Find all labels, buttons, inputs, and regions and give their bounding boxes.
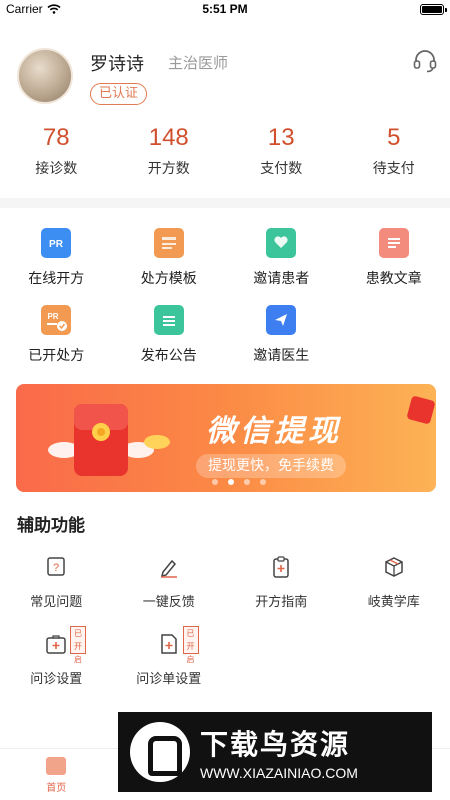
pagination-dot[interactable] — [244, 479, 250, 485]
status-bar: Carrier 5:51 PM — [0, 0, 450, 20]
banner-subtitle: 提现更快，免手续费 — [196, 454, 346, 478]
enabled-tag: 已开启 — [70, 626, 86, 664]
pencil-icon — [160, 559, 177, 578]
grid-item-label: 已开处方 — [28, 348, 85, 364]
aux-item-faq[interactable]: ? 常见问题 — [0, 555, 113, 610]
tab-home[interactable]: 首页 — [0, 749, 113, 800]
doctor-profile: 罗诗诗 主治医师 已认证 — [0, 40, 450, 110]
grid-item-online-prescription[interactable]: PR 在线开方 — [0, 228, 113, 288]
stat-value: 148 — [148, 124, 189, 151]
watermark-text: 下载鸟资源 WWW.XIAZAINIAO.COM — [200, 723, 358, 781]
status-time: 5:51 PM — [202, 2, 248, 16]
pagination-dot[interactable] — [260, 479, 266, 485]
watermark-logo-icon — [130, 722, 190, 782]
grid-item-label: 在线开方 — [28, 271, 85, 287]
stat-label: 接诊数 — [35, 161, 78, 177]
grid-item-label: 处方模板 — [140, 271, 197, 287]
pagination-dot-active[interactable] — [228, 479, 234, 485]
stats-row: 78 接诊数 148 开方数 13 支付数 5 待支付 — [0, 122, 450, 192]
main-grid-row-2: PR 已开处方 发布公告 邀请医生 — [0, 305, 450, 365]
svg-text:PR: PR — [49, 239, 64, 250]
consult-settings-icon — [46, 635, 66, 654]
watermark-title: 下载鸟资源 — [200, 728, 351, 761]
red-envelope-icon — [48, 404, 154, 476]
prescription-pr-icon: PR — [41, 228, 72, 258]
battery-icon — [420, 4, 447, 15]
stat-label: 支付数 — [260, 161, 303, 177]
banner-title: 微信提现 — [206, 414, 342, 449]
doctor-title: 主治医师 — [168, 54, 229, 72]
enabled-tag: 已开启 — [182, 626, 199, 664]
aux-item-label: 岐黄学库 — [367, 595, 420, 610]
aux-item-label: 问诊设置 — [30, 672, 83, 687]
home-icon — [46, 757, 67, 775]
stat-consultations[interactable]: 78 接诊数 — [0, 122, 113, 192]
aux-item-label: 一键反馈 — [142, 595, 195, 610]
aux-item-label: 常见问题 — [30, 595, 83, 610]
wechat-withdraw-banner[interactable]: 微信提现 提现更快，免手续费 — [16, 384, 436, 492]
aux-row-2: 已开启 问诊设置 已开启 问诊单设置 — [0, 626, 450, 687]
doctor-name: 罗诗诗 — [90, 54, 144, 75]
aux-item-form-settings[interactable]: 已开启 问诊单设置 — [113, 626, 226, 687]
issued-prescription-icon: PR — [41, 305, 72, 335]
avatar[interactable] — [17, 48, 73, 104]
aux-item-label: 问诊单设置 — [136, 672, 202, 687]
grid-item-issued-prescription[interactable]: PR 已开处方 — [0, 305, 113, 365]
pagination-dot[interactable] — [212, 479, 218, 485]
invite-patient-icon — [266, 228, 297, 258]
invite-doctor-icon — [266, 305, 297, 335]
headset-icon[interactable] — [412, 48, 438, 74]
aux-item-label: 开方指南 — [255, 595, 308, 610]
grid-item-template[interactable]: 处方模板 — [113, 228, 226, 288]
verified-badge: 已认证 — [90, 83, 148, 105]
grid-item-invite-doctor[interactable]: 邀请医生 — [225, 305, 338, 365]
stat-value: 13 — [267, 124, 295, 151]
grid-item-label: 发布公告 — [140, 348, 197, 364]
grid-item-label: 患教文章 — [365, 271, 422, 287]
svg-text:PR: PR — [48, 312, 59, 321]
banner-pagination[interactable] — [212, 479, 266, 485]
faq-icon: ? — [47, 557, 65, 576]
stat-label: 待支付 — [372, 161, 415, 177]
grid-item-invite-patient[interactable]: 邀请患者 — [225, 228, 338, 288]
watermark: 下载鸟资源 WWW.XIAZAINIAO.COM — [118, 712, 432, 792]
template-icon — [153, 228, 184, 258]
main-grid-row-1: PR 在线开方 处方模板 邀请患者 患教文章 — [0, 228, 450, 288]
aux-item-library[interactable]: 岐黄学库 — [338, 555, 450, 610]
watermark-url: WWW.XIAZAINIAO.COM — [200, 765, 358, 781]
aux-row-1: ? 常见问题 一键反馈 开方指南 岐黄学库 — [0, 555, 450, 610]
notice-icon — [153, 305, 184, 335]
stat-paid[interactable]: 13 支付数 — [225, 122, 338, 192]
grid-item-label: 邀请患者 — [253, 271, 310, 287]
aux-item-guide[interactable]: 开方指南 — [225, 555, 338, 610]
tab-label: 首页 — [46, 783, 67, 794]
mini-envelope-icon — [407, 396, 435, 424]
aux-item-feedback[interactable]: 一键反馈 — [113, 555, 226, 610]
grid-item-article[interactable]: 患教文章 — [338, 228, 450, 288]
gold-coin-icon — [144, 435, 170, 449]
grid-item-notice[interactable]: 发布公告 — [113, 305, 226, 365]
stat-prescriptions[interactable]: 148 开方数 — [113, 122, 226, 192]
svg-text:?: ? — [53, 562, 59, 574]
guide-clipboard-icon — [273, 556, 289, 578]
library-box-icon — [385, 557, 403, 577]
section-title: 辅助功能 — [17, 516, 85, 536]
aux-item-consult-settings[interactable]: 已开启 问诊设置 — [0, 626, 113, 687]
stat-pending[interactable]: 5 待支付 — [338, 122, 450, 192]
stat-label: 开方数 — [147, 161, 190, 177]
stat-value: 78 — [42, 124, 70, 151]
stat-value: 5 — [387, 124, 401, 151]
section-divider — [0, 198, 450, 208]
grid-item-label: 邀请医生 — [253, 348, 310, 364]
article-icon — [378, 228, 409, 258]
form-settings-icon — [161, 634, 177, 654]
